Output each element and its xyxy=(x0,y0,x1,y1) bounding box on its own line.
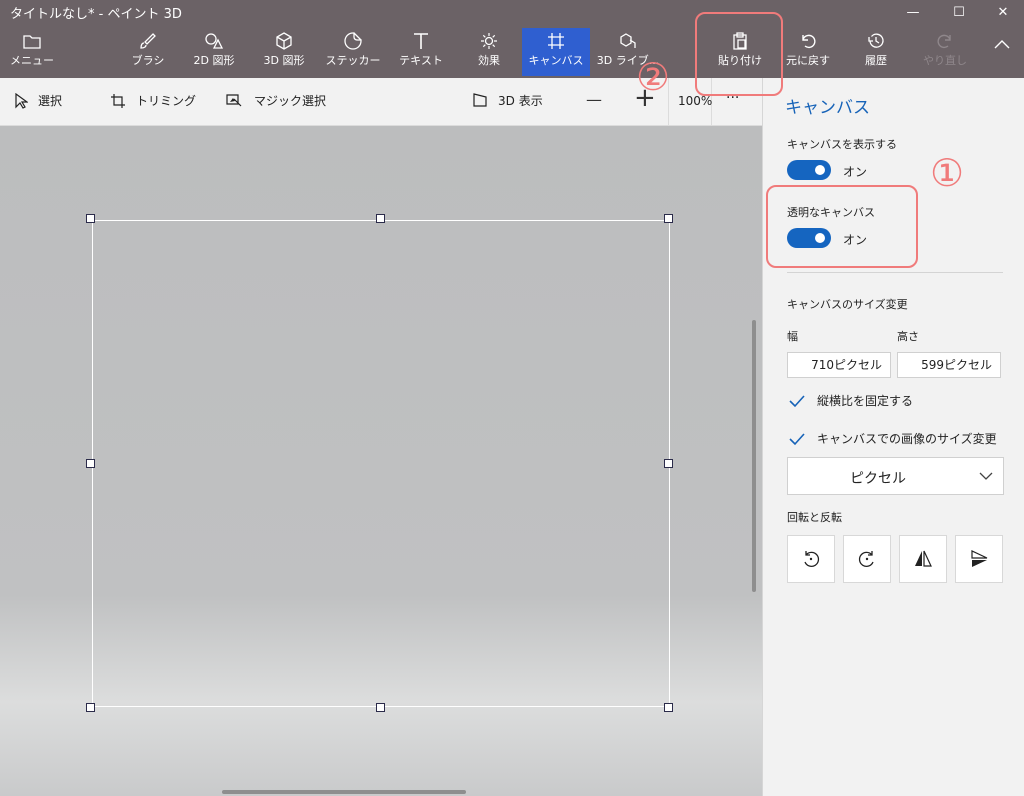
text-icon xyxy=(413,28,429,50)
resize-handle-left[interactable] xyxy=(86,459,95,468)
magic-select-tool[interactable]: マジック選択 xyxy=(226,92,326,109)
select-label: 選択 xyxy=(38,94,63,108)
view-3d-button[interactable]: 3D 表示 xyxy=(472,92,543,109)
magic-select-label: マジック選択 xyxy=(254,94,327,108)
tool-canvas[interactable]: キャンバス xyxy=(522,28,590,76)
flip-vertical-icon xyxy=(971,550,988,567)
menu-label: メニュー xyxy=(10,54,54,67)
shapes-3d-label: 3D 図形 xyxy=(263,54,305,67)
tool-stickers[interactable]: ステッカー xyxy=(324,28,382,76)
close-button[interactable]: ✕ xyxy=(980,0,1024,24)
resize-handle-top-left[interactable] xyxy=(86,214,95,223)
tool-effects[interactable]: 効果 xyxy=(466,28,512,76)
window-title: タイトルなし* - ペイント 3D xyxy=(10,7,182,22)
magic-select-icon xyxy=(226,93,242,106)
brush-icon xyxy=(139,28,157,50)
tool-brush[interactable]: ブラシ xyxy=(124,28,172,76)
resize-handle-top[interactable] xyxy=(376,214,385,223)
redo-label: やり直し xyxy=(923,54,967,67)
brush-label: ブラシ xyxy=(131,54,165,67)
checkmark-icon xyxy=(789,432,805,445)
undo-label: 元に戻す xyxy=(786,54,830,67)
show-canvas-toggle[interactable] xyxy=(787,160,831,180)
checkmark-icon xyxy=(789,394,805,407)
tool-3d-shapes[interactable]: 3D 図形 xyxy=(256,28,312,76)
effects-label: 効果 xyxy=(478,54,500,67)
menu-button[interactable]: メニュー xyxy=(8,28,56,76)
resize-image-label: キャンバスでの画像のサイズ変更 xyxy=(817,432,997,446)
select-tool[interactable]: 選択 xyxy=(14,92,62,109)
minimize-button[interactable]: — xyxy=(890,0,936,24)
crop-tool[interactable]: トリミング xyxy=(110,92,196,109)
width-label: 幅 xyxy=(787,330,798,343)
callout-number-one: ① xyxy=(930,151,965,195)
view-3d-label: 3D 表示 xyxy=(498,94,543,108)
zoom-level[interactable]: 100% xyxy=(678,94,712,108)
resize-handle-bottom-right[interactable] xyxy=(664,703,673,712)
canvas-icon xyxy=(547,28,565,50)
view-3d-icon xyxy=(473,92,487,107)
chevron-down-icon xyxy=(979,472,993,480)
maximize-button[interactable]: ☐ xyxy=(936,0,982,24)
rotate-right-icon xyxy=(858,551,874,567)
unit-dropdown[interactable]: ピクセル xyxy=(787,457,1004,495)
resize-handle-right[interactable] xyxy=(664,459,673,468)
resize-handle-bottom[interactable] xyxy=(376,703,385,712)
history-label: 履歴 xyxy=(865,54,887,67)
canvas-border[interactable] xyxy=(92,220,670,707)
tool-2d-shapes[interactable]: 2D 図形 xyxy=(186,28,242,76)
canvas-label: キャンバス xyxy=(528,54,584,67)
panel-divider xyxy=(787,272,1003,273)
rotate-left-icon xyxy=(804,551,820,567)
panel-title: キャンバス xyxy=(785,98,870,118)
text-label: テキスト xyxy=(399,54,443,67)
resize-handle-bottom-left[interactable] xyxy=(86,703,95,712)
callout-paste-highlight xyxy=(695,12,783,96)
history-icon xyxy=(867,28,885,50)
resize-handle-top-right[interactable] xyxy=(664,214,673,223)
cursor-icon xyxy=(15,92,28,109)
library-3d-icon xyxy=(619,28,637,50)
show-canvas-state: オン xyxy=(843,165,868,179)
chevron-up-icon xyxy=(993,28,1011,50)
callout-number-two: ② xyxy=(636,55,671,99)
history-button[interactable]: 履歴 xyxy=(852,28,900,76)
undo-icon xyxy=(799,28,817,50)
stickers-label: ステッカー xyxy=(325,54,381,67)
flip-vertical-button[interactable] xyxy=(955,535,1003,583)
width-field[interactable]: 710ピクセル xyxy=(787,352,891,378)
sun-icon xyxy=(480,28,498,50)
lock-aspect-checkbox[interactable]: 縦横比を固定する xyxy=(789,392,913,409)
redo-button[interactable]: やり直し xyxy=(920,28,970,76)
flip-horizontal-icon xyxy=(915,550,932,567)
rotate-left-button[interactable] xyxy=(787,535,835,583)
crop-label: トリミング xyxy=(136,94,197,108)
shapes-2d-icon xyxy=(204,28,224,50)
lock-aspect-label: 縦横比を固定する xyxy=(817,394,914,408)
rotate-flip-title: 回転と反転 xyxy=(787,511,842,524)
horizontal-scrollbar[interactable] xyxy=(222,790,466,794)
shapes-2d-label: 2D 図形 xyxy=(193,54,235,67)
crop-icon xyxy=(111,93,125,108)
tool-text[interactable]: テキスト xyxy=(396,28,446,76)
resize-section-title: キャンバスのサイズ変更 xyxy=(787,298,908,311)
height-field[interactable]: 599ピクセル xyxy=(897,352,1001,378)
unit-value: ピクセル xyxy=(850,471,906,487)
rotate-right-button[interactable] xyxy=(843,535,891,583)
cube-icon xyxy=(275,28,293,50)
collapse-ribbon-button[interactable] xyxy=(988,28,1016,76)
zoom-out-button[interactable]: — xyxy=(586,90,602,109)
folder-icon xyxy=(23,28,41,50)
undo-button[interactable]: 元に戻す xyxy=(784,28,832,76)
resize-image-checkbox[interactable]: キャンバスでの画像のサイズ変更 xyxy=(789,430,997,447)
height-label: 高さ xyxy=(897,330,919,343)
title-bar: タイトルなし* - ペイント 3D — ☐ ✕ メニュー ブラシ 2D 図形 3… xyxy=(0,0,1024,78)
flip-horizontal-button[interactable] xyxy=(899,535,947,583)
vertical-scrollbar[interactable] xyxy=(752,320,756,592)
show-canvas-label: キャンバスを表示する xyxy=(787,138,897,151)
callout-transparent-highlight xyxy=(766,185,918,268)
sticker-icon xyxy=(344,28,362,50)
redo-icon xyxy=(936,28,954,50)
